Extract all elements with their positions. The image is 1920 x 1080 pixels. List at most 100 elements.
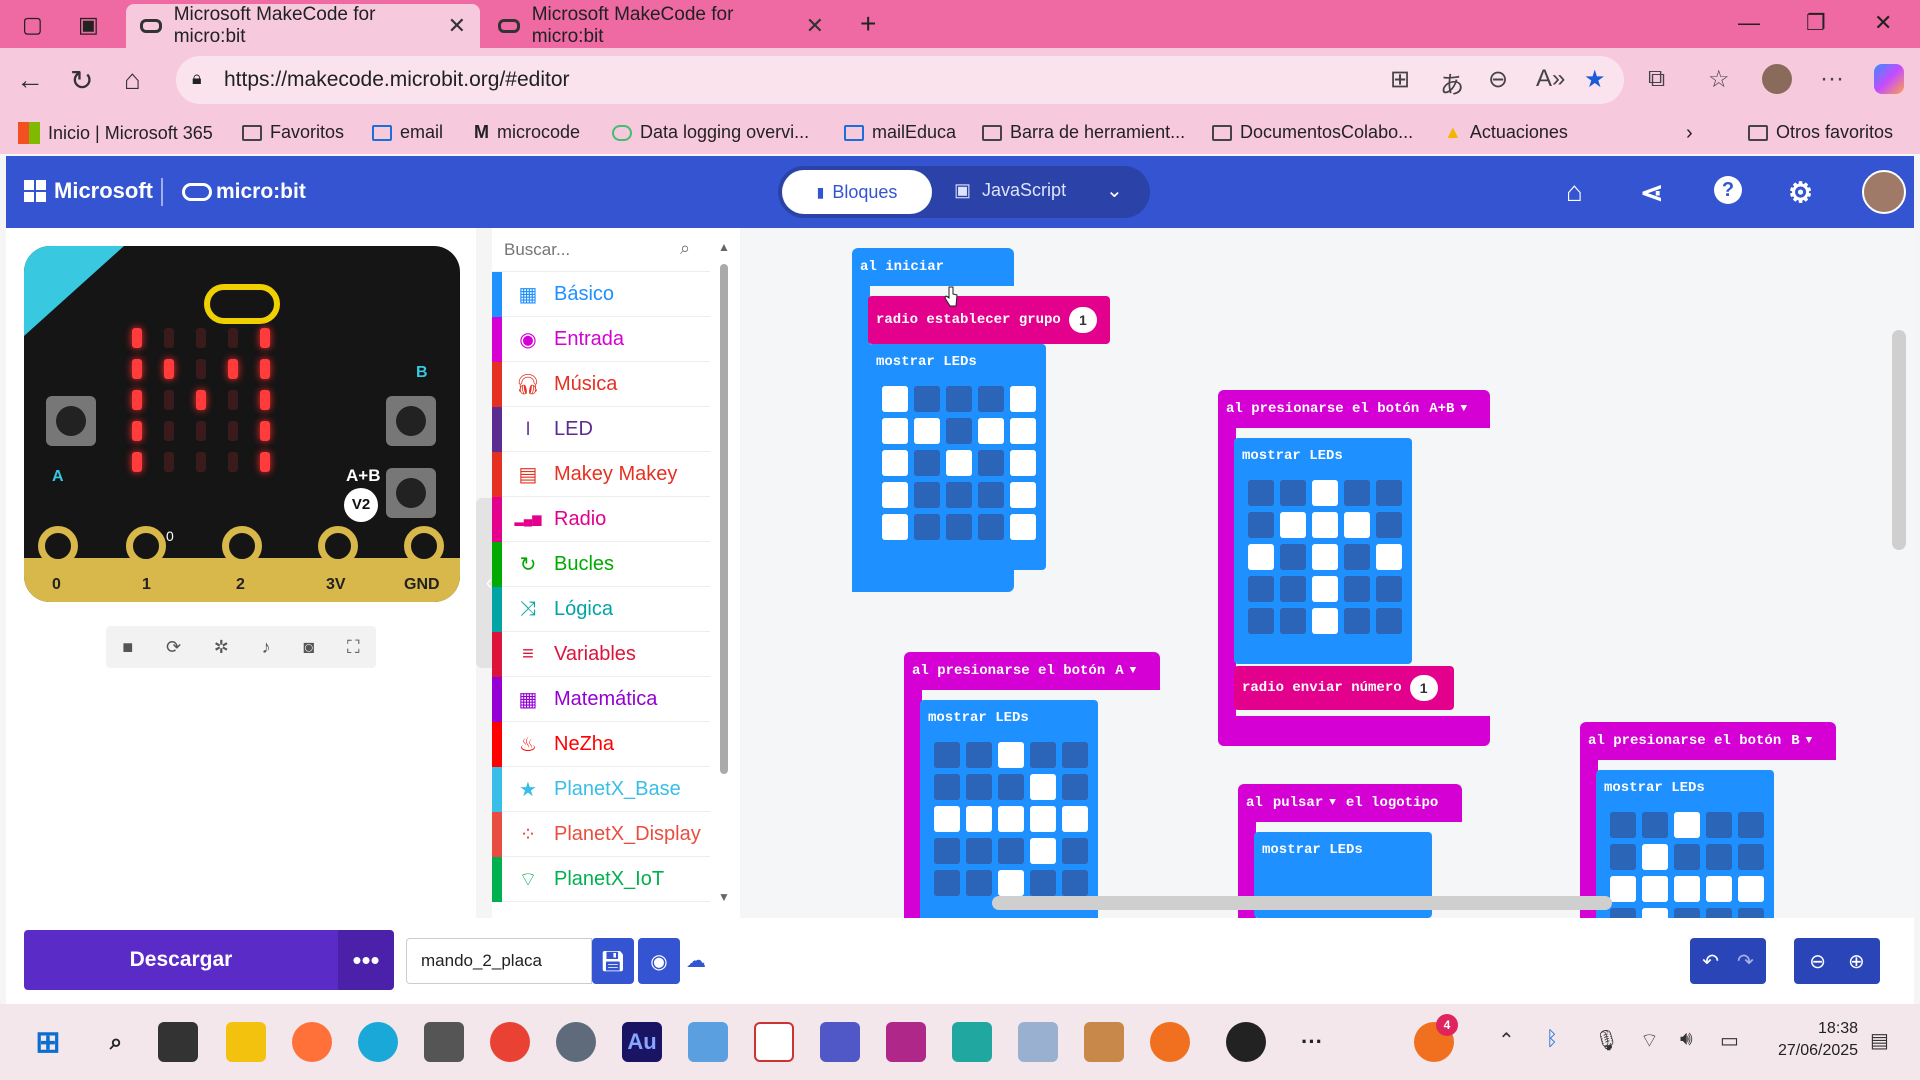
led-cell[interactable] <box>1248 544 1274 570</box>
undo-icon[interactable]: ↶ <box>1702 949 1719 974</box>
notifications-icon[interactable]: ▤ <box>1870 1028 1889 1053</box>
led-cell[interactable] <box>998 870 1024 896</box>
led-cell[interactable] <box>1610 844 1636 870</box>
led-cell[interactable] <box>998 742 1024 768</box>
translate-icon[interactable]: あ <box>1440 65 1464 100</box>
favorite-item[interactable]: Mmicrocode <box>474 122 580 143</box>
led-cell[interactable] <box>1248 576 1274 602</box>
led-cell[interactable] <box>1062 870 1088 896</box>
toolbox-category[interactable]: ≡ Variables <box>492 631 710 677</box>
led-cell[interactable] <box>1376 608 1402 634</box>
tab-makecode-1[interactable]: Microsoft MakeCode for micro:bit ✕ <box>126 4 480 48</box>
dropdown-arrow-icon[interactable]: ▼ <box>1329 797 1336 809</box>
led-cell[interactable] <box>1344 512 1370 538</box>
download-options-button[interactable]: ••• <box>338 930 394 990</box>
copilot-icon[interactable] <box>1874 64 1904 94</box>
led-cell[interactable] <box>1738 812 1764 838</box>
led-cell[interactable] <box>1706 844 1732 870</box>
led-cell[interactable] <box>914 450 940 476</box>
restore-icon[interactable]: ❐ <box>1806 10 1826 36</box>
led-cell[interactable] <box>914 386 940 412</box>
led-cell[interactable] <box>934 870 960 896</box>
refresh-icon[interactable]: ↻ <box>70 64 93 97</box>
led-cell[interactable] <box>914 514 940 540</box>
scroll-down-icon[interactable]: ▼ <box>718 890 730 904</box>
led-cell[interactable] <box>882 514 908 540</box>
minimize-icon[interactable]: — <box>1738 10 1760 36</box>
led-grid-editor[interactable] <box>882 386 1036 540</box>
close-tab-icon[interactable]: ✕ <box>806 13 824 39</box>
led-cell[interactable] <box>1010 450 1036 476</box>
chevron-up-icon[interactable]: ⌃ <box>1498 1028 1515 1053</box>
toolbox-category[interactable]: ▦ Matemática <box>492 676 710 722</box>
app-icon[interactable] <box>424 1022 464 1062</box>
led-cell[interactable] <box>1610 908 1636 918</box>
led-grid-editor[interactable] <box>1610 812 1764 918</box>
toolbox-category[interactable]: ⤨ Lógica <box>492 586 710 632</box>
led-cell[interactable] <box>978 514 1004 540</box>
save-button[interactable]: 💾︎ <box>592 938 634 984</box>
toolbox-category[interactable]: ▂▄▆ Radio <box>492 496 710 542</box>
led-cell[interactable] <box>946 482 972 508</box>
battery-icon[interactable]: ▭ <box>1720 1028 1739 1053</box>
led-cell[interactable] <box>934 806 960 832</box>
download-button[interactable]: Descargar <box>24 930 338 990</box>
share-icon[interactable]: ⋖ <box>1640 176 1663 209</box>
led-cell[interactable] <box>1642 812 1668 838</box>
led-cell[interactable] <box>934 742 960 768</box>
read-aloud-icon[interactable]: A» <box>1536 65 1565 93</box>
tab-actions-icon[interactable]: ▣ <box>78 12 99 38</box>
led-cell[interactable] <box>966 774 992 800</box>
edge-icon[interactable] <box>358 1022 398 1062</box>
zoom-out-icon[interactable]: ⊖ <box>1488 65 1508 94</box>
logo-action-dropdown[interactable]: pulsar <box>1273 795 1323 811</box>
led-cell[interactable] <box>934 774 960 800</box>
stop-icon[interactable]: ■ <box>122 637 133 658</box>
chevron-right-icon[interactable]: › <box>1686 122 1693 145</box>
more-icon[interactable]: ··· <box>1820 65 1844 93</box>
workspace-horizontal-scrollbar[interactable] <box>992 896 1612 910</box>
led-cell[interactable] <box>882 482 908 508</box>
button-dropdown-value[interactable]: B <box>1791 733 1799 749</box>
led-cell[interactable] <box>1642 876 1668 902</box>
led-cell[interactable] <box>946 514 972 540</box>
home-icon[interactable]: ⌂ <box>124 64 141 96</box>
led-cell[interactable] <box>1312 480 1338 506</box>
debug-icon[interactable]: ✲ <box>214 637 229 658</box>
led-cell[interactable] <box>1280 576 1306 602</box>
led-cell[interactable] <box>1280 480 1306 506</box>
led-cell[interactable] <box>1248 608 1274 634</box>
file-explorer-icon[interactable] <box>226 1022 266 1062</box>
led-cell[interactable] <box>914 418 940 444</box>
favorite-item[interactable]: Barra de herramient... <box>982 122 1185 143</box>
app-available-icon[interactable]: ⊞ <box>1390 65 1410 94</box>
led-cell[interactable] <box>1376 544 1402 570</box>
favorite-item[interactable]: ▲ Actuaciones <box>1444 122 1568 143</box>
button-b[interactable] <box>386 396 436 446</box>
new-tab-icon[interactable]: + <box>860 8 876 40</box>
tab-makecode-2[interactable]: Microsoft MakeCode for micro:bit ✕ <box>484 4 838 48</box>
pin-2[interactable] <box>222 526 262 566</box>
pin-0[interactable] <box>38 526 78 566</box>
led-cell[interactable] <box>1312 608 1338 634</box>
back-icon[interactable]: ← <box>16 64 44 96</box>
firefox-icon[interactable] <box>292 1022 332 1062</box>
radio-group-value-field[interactable]: 1 <box>1068 307 1097 333</box>
led-cell[interactable] <box>1674 812 1700 838</box>
led-cell[interactable] <box>966 838 992 864</box>
app-icon[interactable] <box>886 1022 926 1062</box>
button-ab[interactable] <box>386 468 436 518</box>
led-cell[interactable] <box>1010 418 1036 444</box>
microsoft-logo[interactable]: Microsoft <box>24 178 153 204</box>
led-cell[interactable] <box>914 482 940 508</box>
led-cell[interactable] <box>1610 812 1636 838</box>
home-icon[interactable]: ⌂ <box>1566 176 1583 208</box>
favorite-item[interactable]: email <box>372 122 443 143</box>
toolbox-category[interactable]: ▦ Básico <box>492 271 710 317</box>
screenshot-icon[interactable]: ◙ <box>303 637 314 658</box>
on-start-block[interactable]: al iniciar <box>852 248 1014 286</box>
app-icon[interactable] <box>1018 1022 1058 1062</box>
led-cell[interactable] <box>1344 576 1370 602</box>
project-name-input[interactable] <box>406 938 592 984</box>
led-cell[interactable] <box>1062 838 1088 864</box>
